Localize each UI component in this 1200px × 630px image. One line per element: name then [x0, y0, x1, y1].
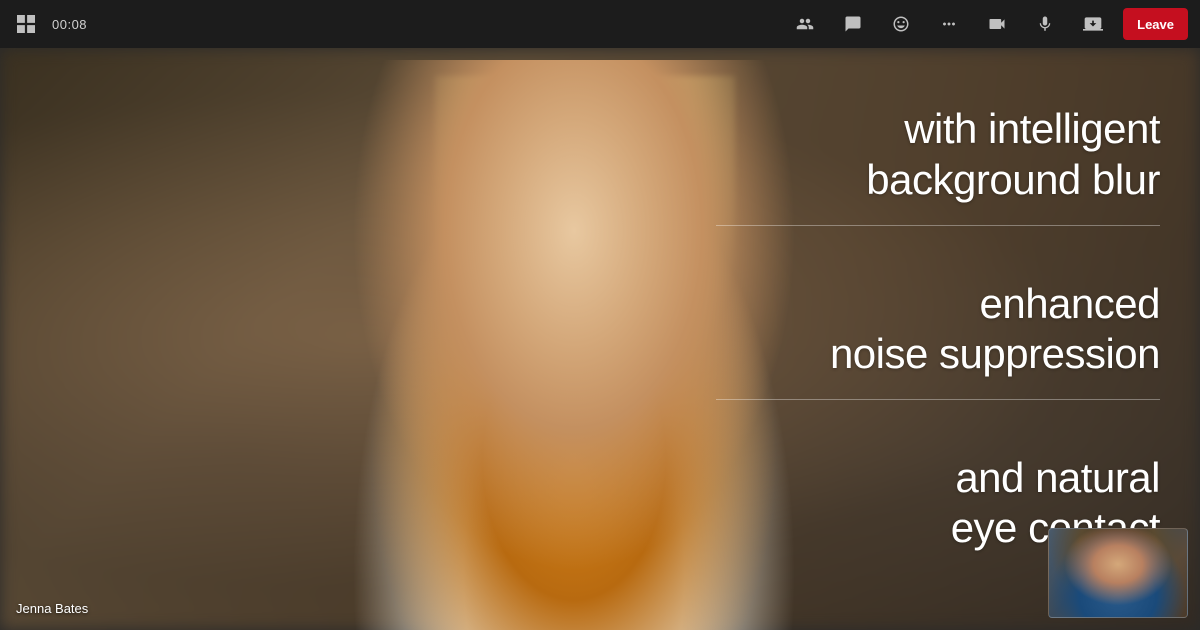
reactions-icon — [892, 15, 910, 33]
leave-label: Leave — [1137, 17, 1174, 32]
overlay-line-2a: enhanced — [716, 279, 1160, 329]
share-screen-icon — [1083, 14, 1103, 34]
microphone-icon — [1036, 15, 1054, 33]
reactions-button[interactable] — [883, 6, 919, 42]
camera-button[interactable] — [979, 6, 1015, 42]
camera-icon — [987, 14, 1007, 34]
overlay-line-2b: noise suppression — [716, 329, 1160, 379]
overlay-line-1a: with intelligent — [716, 104, 1160, 154]
people-icon — [796, 15, 814, 33]
people-button[interactable] — [787, 6, 823, 42]
participant-name-label: Jenna Bates — [16, 601, 88, 616]
chat-icon — [844, 15, 862, 33]
app-container: 00:08 — [0, 0, 1200, 630]
chat-button[interactable] — [835, 6, 871, 42]
grid-icon — [17, 15, 35, 33]
apps-icon-button[interactable] — [12, 10, 40, 38]
overlay-line-3a: and natural — [716, 453, 1160, 503]
more-icon — [940, 15, 958, 33]
microphone-button[interactable] — [1027, 6, 1063, 42]
leave-button[interactable]: Leave — [1123, 8, 1188, 40]
more-button[interactable] — [931, 6, 967, 42]
self-view-person — [1049, 529, 1187, 617]
self-view-thumbnail[interactable] — [1048, 528, 1188, 618]
video-area: with intelligent background blur enhance… — [0, 48, 1200, 630]
overlay-line-1b: background blur — [716, 155, 1160, 205]
text-block-noise: enhanced noise suppression — [716, 279, 1160, 401]
topbar: 00:08 — [0, 0, 1200, 48]
text-block-blur: with intelligent background blur — [716, 104, 1160, 226]
call-timer: 00:08 — [52, 17, 87, 32]
share-screen-button[interactable] — [1075, 6, 1111, 42]
